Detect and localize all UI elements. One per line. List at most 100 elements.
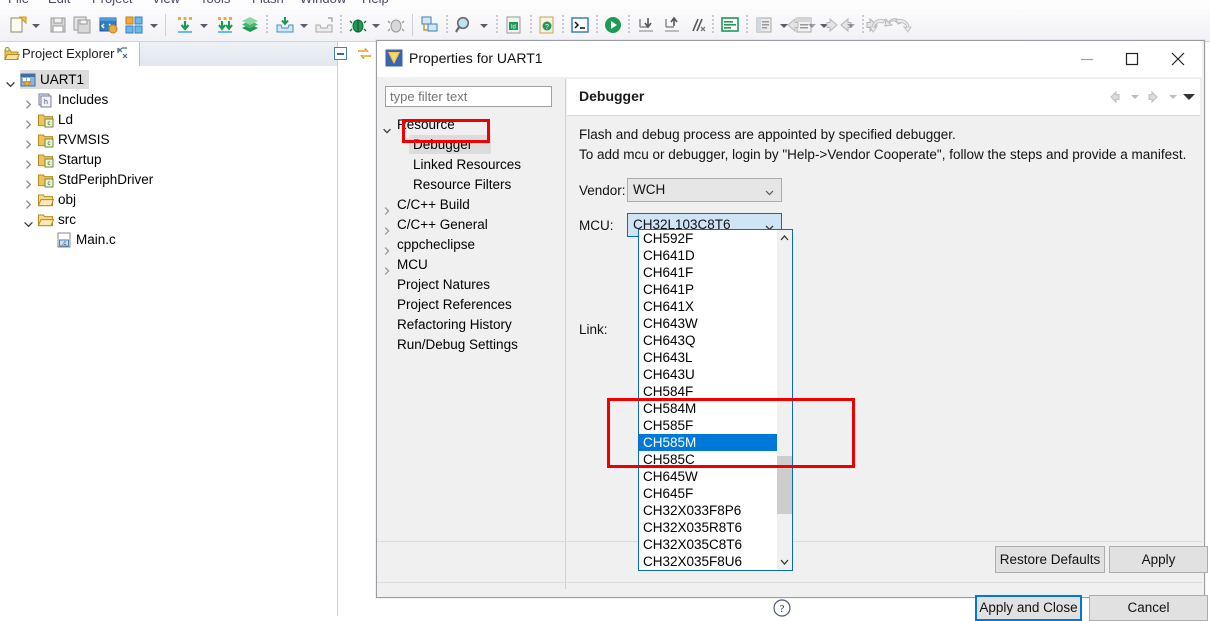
project-tree-item-uart1[interactable]: UART1: [0, 70, 337, 90]
step-into-icon[interactable]: [636, 15, 656, 35]
settings-tree-item-c-c-general[interactable]: C/C++ General: [383, 215, 561, 235]
help-doc-icon[interactable]: ?: [537, 15, 557, 35]
link-with-editor-icon[interactable]: [357, 46, 373, 62]
mcu-dropdown-item[interactable]: CH584F: [639, 383, 777, 400]
terminal-icon[interactable]: [570, 15, 590, 35]
project-tree-item-includes[interactable]: h Includes: [0, 90, 337, 110]
settings-tree-item-run-debug-settings[interactable]: Run/Debug Settings: [383, 335, 561, 355]
mcu-dropdown-item[interactable]: CH643U: [639, 366, 777, 383]
mcu-dropdown-item[interactable]: CH641P: [639, 281, 777, 298]
menu-item-project[interactable]: Project: [92, 0, 132, 6]
apply-and-close-button[interactable]: Apply and Close: [975, 595, 1082, 621]
menu-item-edit[interactable]: Edit: [48, 0, 70, 6]
dialog-titlebar[interactable]: Properties for UART1: [377, 41, 1202, 77]
mcu-dropdown-item[interactable]: CH32X035F8U6: [639, 553, 777, 570]
settings-tree-item-project-references[interactable]: Project References: [383, 295, 561, 315]
debug-icon[interactable]: [348, 15, 368, 35]
project-tree-item-main-c[interactable]: .c Main.c: [0, 230, 337, 250]
download-icon[interactable]: [175, 15, 195, 35]
mcu-dropdown-item[interactable]: CH585C: [639, 451, 777, 468]
forward-nav-dropdown-icon[interactable]: [847, 24, 855, 28]
settings-tree-item-cppcheclipse[interactable]: cppcheclipse: [383, 235, 561, 255]
chevron-right-icon[interactable]: [383, 261, 391, 275]
settings-tree-item-resource-filters[interactable]: Resource Filters: [383, 175, 561, 195]
close-icon[interactable]: [116, 46, 130, 60]
save-all-icon[interactable]: [72, 15, 92, 35]
step-over-icon[interactable]: [662, 15, 682, 35]
library-icon[interactable]: [240, 15, 260, 35]
menu-item-view[interactable]: View: [152, 0, 180, 6]
mcu-dropdown-item[interactable]: CH592F: [639, 230, 777, 247]
mcu-dropdown-item[interactable]: CH641X: [639, 298, 777, 315]
step-return-icon[interactable]: [688, 15, 708, 35]
debug-dropdown-icon[interactable]: [372, 24, 380, 28]
new-icon[interactable]: [8, 15, 28, 35]
mcu-dropdown-list[interactable]: CH592F CH641D CH641F CH641P CH641X CH643W CH64…: [638, 229, 793, 571]
menu-item-help[interactable]: Help: [362, 0, 389, 6]
menu-item-tools[interactable]: Tools: [200, 0, 230, 6]
back-icon[interactable]: [1107, 89, 1123, 105]
forward-icon[interactable]: [1145, 89, 1161, 105]
scroll-up-button[interactable]: [777, 230, 792, 246]
dialog-close-button[interactable]: [1155, 41, 1201, 77]
run-icon[interactable]: [603, 15, 623, 35]
chevron-down-icon[interactable]: [383, 121, 391, 134]
chevron-right-icon[interactable]: [24, 115, 33, 129]
redo-arrow-icon[interactable]: [892, 15, 912, 35]
mcu-dropdown-item[interactable]: CH641D: [639, 247, 777, 264]
save-icon[interactable]: [48, 15, 68, 35]
collapse-all-icon[interactable]: [333, 46, 349, 62]
search-dropdown-icon[interactable]: [480, 24, 488, 28]
project-tree-item-ld[interactable]: c Ld: [0, 110, 337, 130]
remote-target-icon[interactable]: [420, 15, 440, 35]
back-dropdown-icon[interactable]: [1131, 95, 1139, 99]
menu-item-flash[interactable]: Flash: [252, 0, 284, 6]
chevron-right-icon[interactable]: [24, 135, 33, 149]
mcu-dropdown-item[interactable]: CH641F: [639, 264, 777, 281]
chevron-right-icon[interactable]: [24, 155, 33, 169]
chevron-right-icon[interactable]: [24, 95, 33, 109]
apply-button[interactable]: Apply: [1109, 546, 1208, 573]
scrollbar-thumb[interactable]: [777, 456, 792, 514]
restore-defaults-button[interactable]: Restore Defaults: [995, 546, 1105, 573]
vendor-combo[interactable]: WCH: [627, 178, 782, 202]
project-tree-item-startup[interactable]: c Startup: [0, 150, 337, 170]
mcu-dropdown-item[interactable]: CH645W: [639, 468, 777, 485]
download-dropdown-icon[interactable]: [200, 24, 208, 28]
mcu-dropdown-item[interactable]: CH643W: [639, 315, 777, 332]
mcu-dropdown-item[interactable]: CH32X035C8T6: [639, 536, 777, 553]
chevron-right-icon[interactable]: [383, 221, 391, 235]
menu-item-file[interactable]: File: [8, 0, 29, 6]
settings-tree-item-refactoring-history[interactable]: Refactoring History: [383, 315, 561, 335]
forward-nav-icon[interactable]: [822, 15, 842, 35]
settings-tree-item-linked-resources[interactable]: Linked Resources: [383, 155, 561, 175]
settings-tree-item-project-natures[interactable]: Project Natures: [383, 275, 561, 295]
back-nav-dropdown-icon[interactable]: [808, 24, 816, 28]
scroll-down-button[interactable]: [777, 554, 792, 570]
cancel-button[interactable]: Cancel: [1089, 595, 1208, 621]
build-dropdown-icon[interactable]: [150, 24, 158, 28]
dialog-minimize-button[interactable]: [1064, 41, 1110, 77]
chevron-right-icon[interactable]: [383, 241, 391, 255]
settings-tree-item-c-c-build[interactable]: C/C++ Build: [383, 195, 561, 215]
mcu-dropdown-scrollbar[interactable]: [777, 230, 792, 570]
settings-tree-item-mcu[interactable]: MCU: [383, 255, 561, 275]
settings-tree[interactable]: Resource Debugger Linked Resources Resource…: [383, 115, 561, 587]
forward-dropdown-icon[interactable]: [1169, 95, 1177, 99]
mcu-dropdown-item[interactable]: CH643Q: [639, 332, 777, 349]
build-configurations-icon[interactable]: [124, 15, 144, 35]
mcu-dropdown-item[interactable]: CH643L: [639, 349, 777, 366]
mcu-dropdown-item[interactable]: CH645F: [639, 485, 777, 502]
menu-item-window[interactable]: Window: [300, 0, 346, 6]
project-tree-item-src[interactable]: src: [0, 210, 337, 230]
settings-tree-item-resource[interactable]: Resource: [383, 115, 561, 135]
chevron-right-icon[interactable]: [24, 195, 33, 209]
settings-tree-item-debugger[interactable]: Debugger: [383, 135, 561, 155]
help-button[interactable]: ?: [772, 598, 792, 618]
view-menu-icon[interactable]: [1183, 94, 1195, 100]
undo-arrow-icon[interactable]: [869, 15, 889, 35]
mcu-dropdown-items[interactable]: CH592F CH641D CH641F CH641P CH641X CH643W CH64…: [639, 230, 777, 570]
mcu-dropdown-item[interactable]: CH32X035R8T6: [639, 519, 777, 536]
mcu-dropdown-item[interactable]: CH585F: [639, 417, 777, 434]
mcu-dropdown-item[interactable]: CH32X033F8P6: [639, 502, 777, 519]
